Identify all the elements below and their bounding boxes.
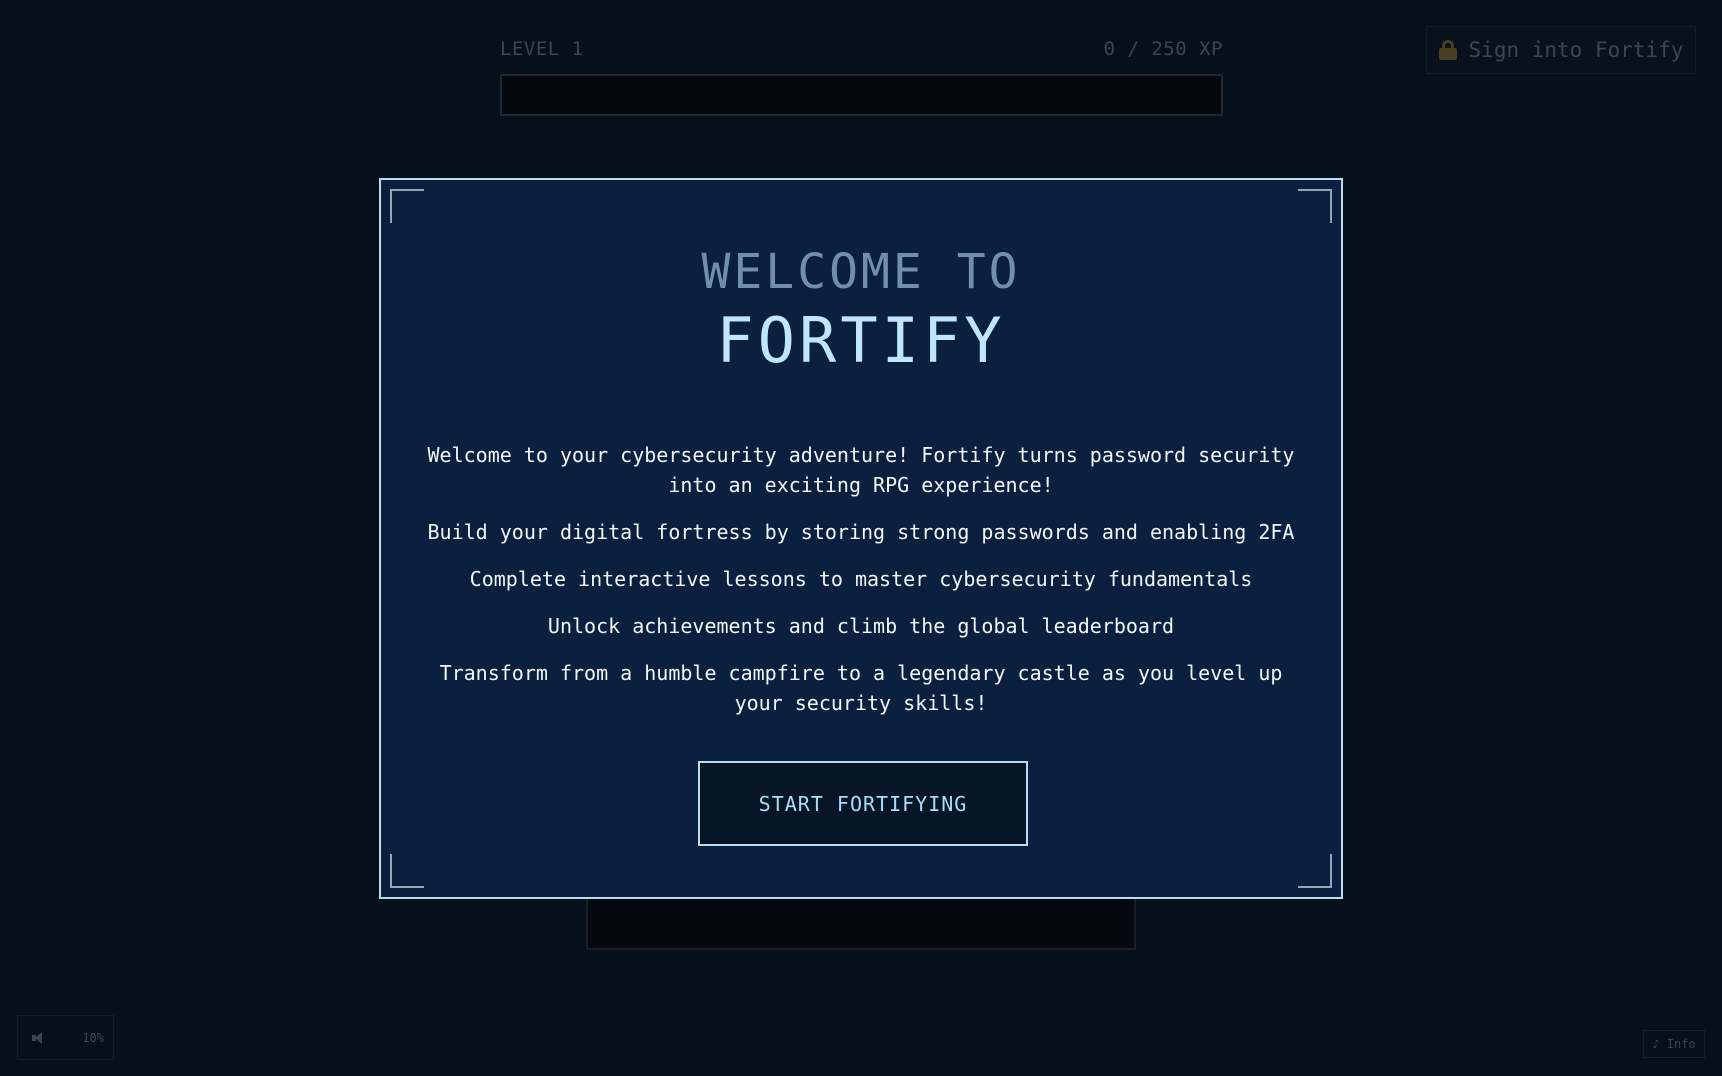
volume-control[interactable]: 10% xyxy=(17,1015,114,1060)
app-title: FORTIFY xyxy=(716,304,1006,377)
sign-in-button[interactable]: Sign into Fortify xyxy=(1426,26,1696,74)
corner-bracket-bottom-right xyxy=(1298,854,1332,888)
lock-icon xyxy=(1438,40,1457,60)
intro-paragraph: Build your digital fortress by storing s… xyxy=(427,520,1295,544)
intro-text: Welcome to your cybersecurity adventure!… xyxy=(421,440,1301,735)
app-root: LEVEL 1 0 / 250 XP Sign into Fortify 10%… xyxy=(0,0,1722,1076)
speaker-icon[interactable] xyxy=(32,1031,44,1044)
xp-header: LEVEL 1 0 / 250 XP xyxy=(500,38,1223,60)
corner-bracket-top-left xyxy=(390,189,424,223)
welcome-modal: WELCOME TO FORTIFY Welcome to your cyber… xyxy=(379,178,1343,899)
xp-text: 0 / 250 XP xyxy=(1103,38,1223,60)
xp-progress-bar xyxy=(500,74,1223,116)
corner-bracket-bottom-left xyxy=(390,854,424,888)
intro-paragraph: Unlock achievements and climb the global… xyxy=(547,614,1175,638)
bottom-panel xyxy=(586,898,1136,950)
start-fortifying-button[interactable]: START FORTIFYING xyxy=(698,761,1028,846)
sign-in-label: Sign into Fortify xyxy=(1468,38,1684,62)
level-label: LEVEL 1 xyxy=(500,38,584,60)
corner-bracket-top-right xyxy=(1298,189,1332,223)
intro-paragraph: Welcome to your cybersecurity adventure!… xyxy=(427,443,1295,497)
volume-level: 10% xyxy=(82,1030,104,1045)
intro-paragraph: Transform from a humble campfire to a le… xyxy=(439,661,1283,715)
welcome-heading: WELCOME TO xyxy=(701,244,1021,300)
info-button[interactable]: ♪ Info xyxy=(1643,1030,1705,1058)
intro-paragraph: Complete interactive lessons to master c… xyxy=(469,567,1253,591)
info-label: ♪ Info xyxy=(1652,1037,1696,1051)
